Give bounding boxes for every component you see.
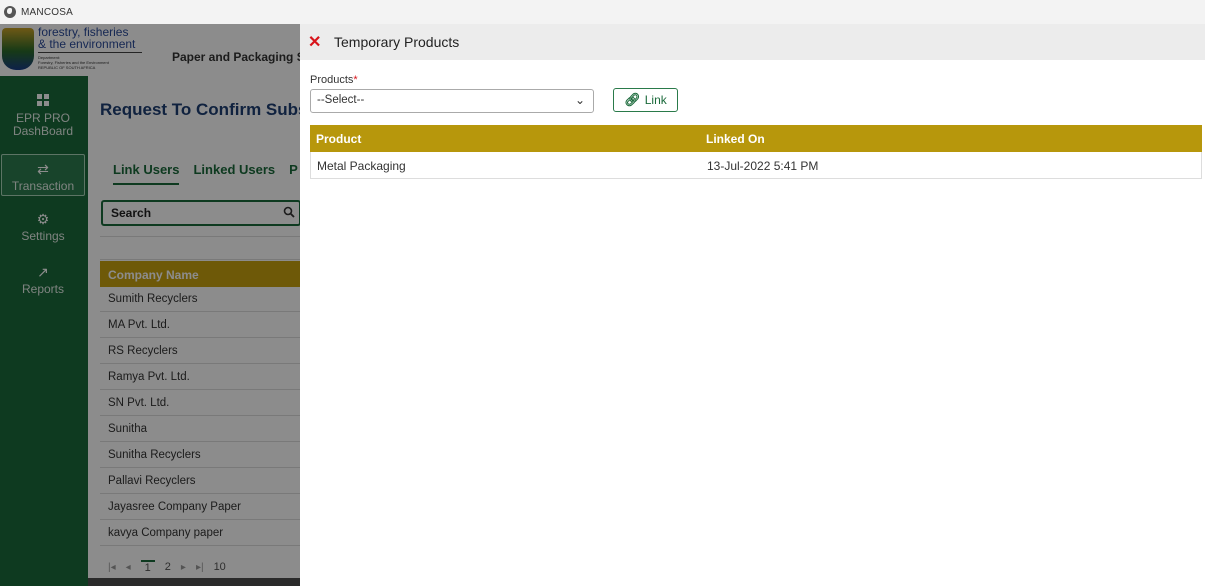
products-label-text: Products bbox=[310, 74, 354, 86]
panel-header: ✕ Temporary Products bbox=[300, 24, 1205, 60]
table-header-row: Product Linked On bbox=[310, 125, 1202, 152]
panel-title: Temporary Products bbox=[334, 34, 460, 50]
products-select-value: --Select-- bbox=[317, 94, 365, 106]
chevron-down-icon: ⌄ bbox=[574, 93, 585, 107]
close-icon[interactable]: ✕ bbox=[308, 32, 326, 52]
product-cell: Metal Packaging bbox=[317, 159, 406, 173]
required-asterisk: * bbox=[353, 74, 358, 86]
link-button-label: Link bbox=[644, 93, 667, 107]
products-select[interactable]: --Select-- ⌄ bbox=[310, 89, 594, 113]
temporary-products-panel: ✕ Temporary Products Products* --Select-… bbox=[300, 24, 1205, 586]
product-column-header[interactable]: Product bbox=[316, 132, 361, 146]
globe-icon bbox=[4, 6, 16, 18]
linked-on-column-header[interactable]: Linked On bbox=[706, 132, 765, 146]
linked-products-table: Product Linked On Metal Packaging 13-Jul… bbox=[310, 125, 1202, 179]
browser-tab-title[interactable]: MANCOSA bbox=[21, 7, 73, 18]
products-label: Products* bbox=[310, 74, 358, 86]
browser-tab-bar: MANCOSA bbox=[0, 0, 1205, 24]
modal-backdrop[interactable] bbox=[0, 24, 300, 586]
table-row[interactable]: Metal Packaging 13-Jul-2022 5:41 PM bbox=[310, 152, 1202, 179]
link-button[interactable]: 🔗︎ Link bbox=[613, 88, 678, 112]
bottom-scrollbar bbox=[88, 578, 300, 586]
linked-on-cell: 13-Jul-2022 5:41 PM bbox=[707, 159, 819, 173]
link-icon: 🔗︎ bbox=[624, 92, 641, 107]
